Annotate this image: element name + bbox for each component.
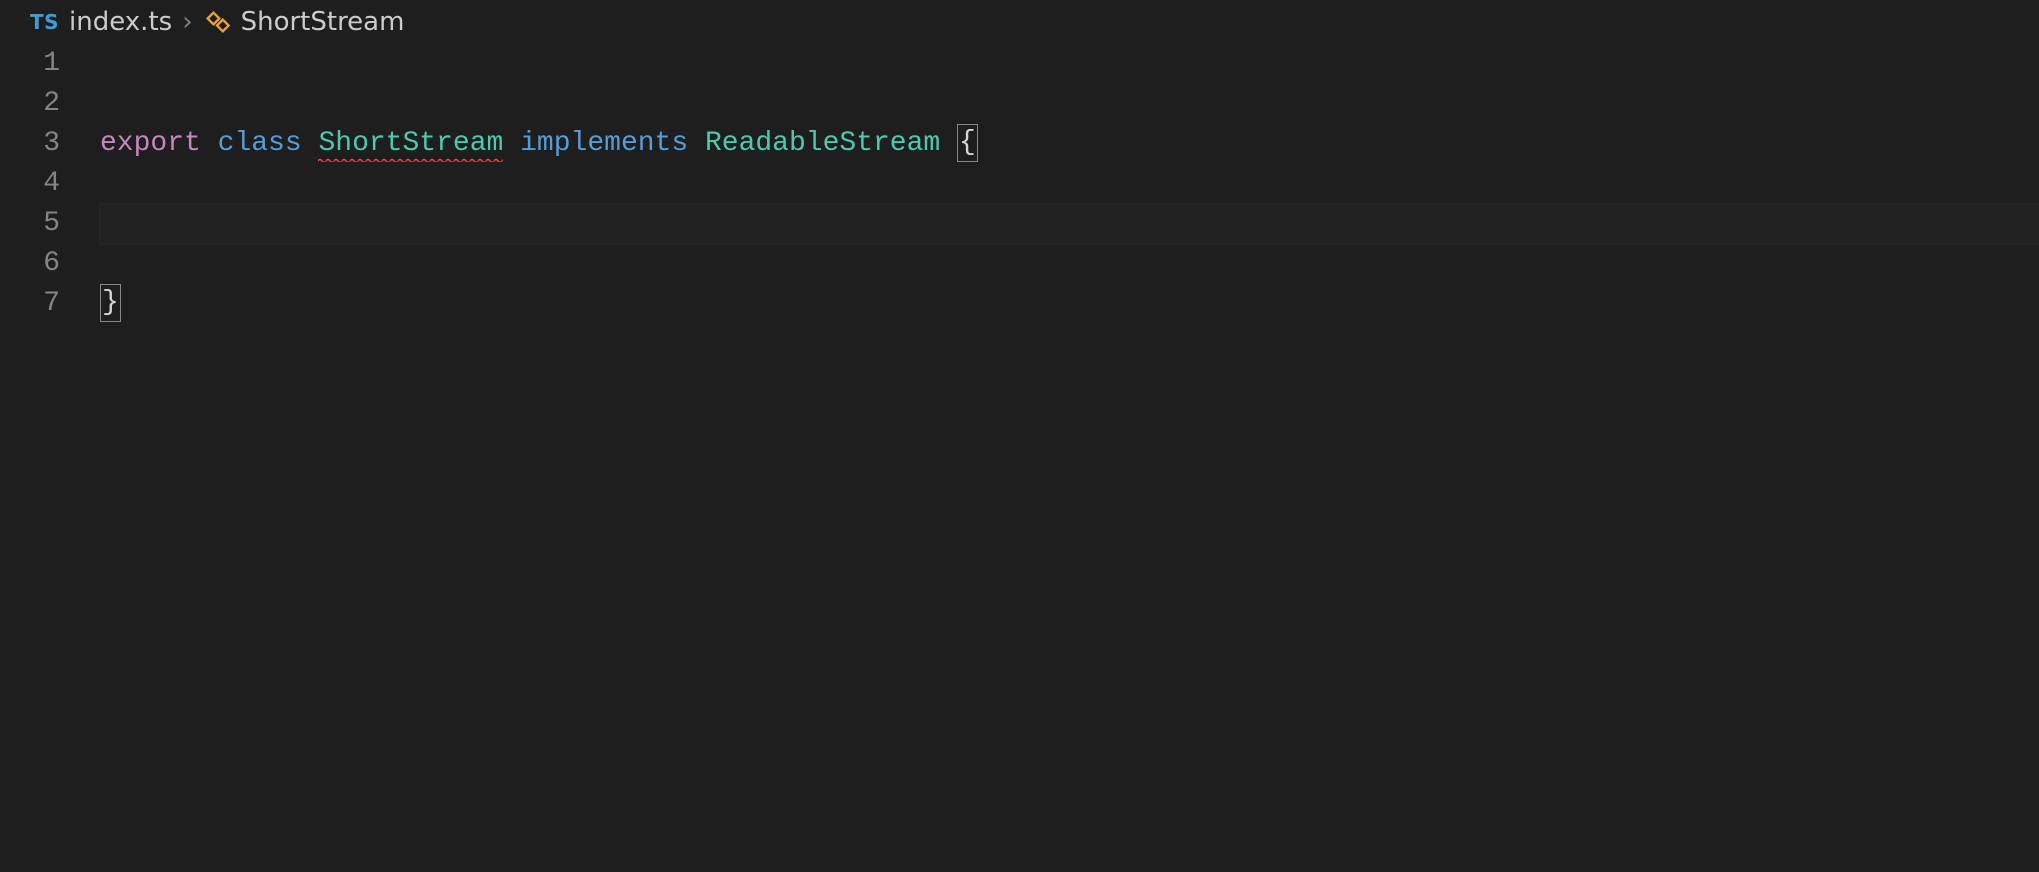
- code-line[interactable]: export class ShortStream implements Read…: [100, 124, 2039, 164]
- keyword-export: export: [100, 128, 201, 159]
- line-number: 1: [0, 44, 60, 84]
- close-brace: }: [100, 284, 121, 322]
- line-number: 5: [0, 204, 60, 244]
- code-line[interactable]: }: [100, 284, 2039, 324]
- code-line[interactable]: [100, 164, 2039, 204]
- code-content[interactable]: export class ShortStream implements Read…: [100, 44, 2039, 324]
- code-editor[interactable]: 1 2 3 4 5 6 7 export class ShortStream i…: [0, 44, 2039, 324]
- breadcrumb-separator: ›: [182, 7, 192, 37]
- line-number: 7: [0, 284, 60, 324]
- open-brace: {: [957, 124, 978, 162]
- class-symbol-icon: [203, 8, 231, 36]
- class-name: ShortStream: [318, 128, 503, 159]
- keyword-implements: implements: [520, 128, 688, 159]
- code-line[interactable]: [100, 244, 2039, 284]
- interface-name: ReadableStream: [705, 128, 940, 159]
- line-number: 2: [0, 84, 60, 124]
- code-line[interactable]: [100, 84, 2039, 124]
- line-number: 6: [0, 244, 60, 284]
- breadcrumb-file[interactable]: index.ts: [69, 7, 172, 37]
- code-line[interactable]: [100, 44, 2039, 84]
- breadcrumb[interactable]: TS index.ts › ShortStream: [0, 0, 2039, 44]
- ts-file-icon: TS: [30, 10, 59, 34]
- line-number: 3: [0, 124, 60, 164]
- line-number: 4: [0, 164, 60, 204]
- line-number-gutter: 1 2 3 4 5 6 7: [0, 44, 100, 324]
- keyword-class: class: [218, 128, 302, 159]
- breadcrumb-symbol[interactable]: ShortStream: [241, 7, 405, 37]
- code-line-active[interactable]: [100, 204, 2039, 244]
